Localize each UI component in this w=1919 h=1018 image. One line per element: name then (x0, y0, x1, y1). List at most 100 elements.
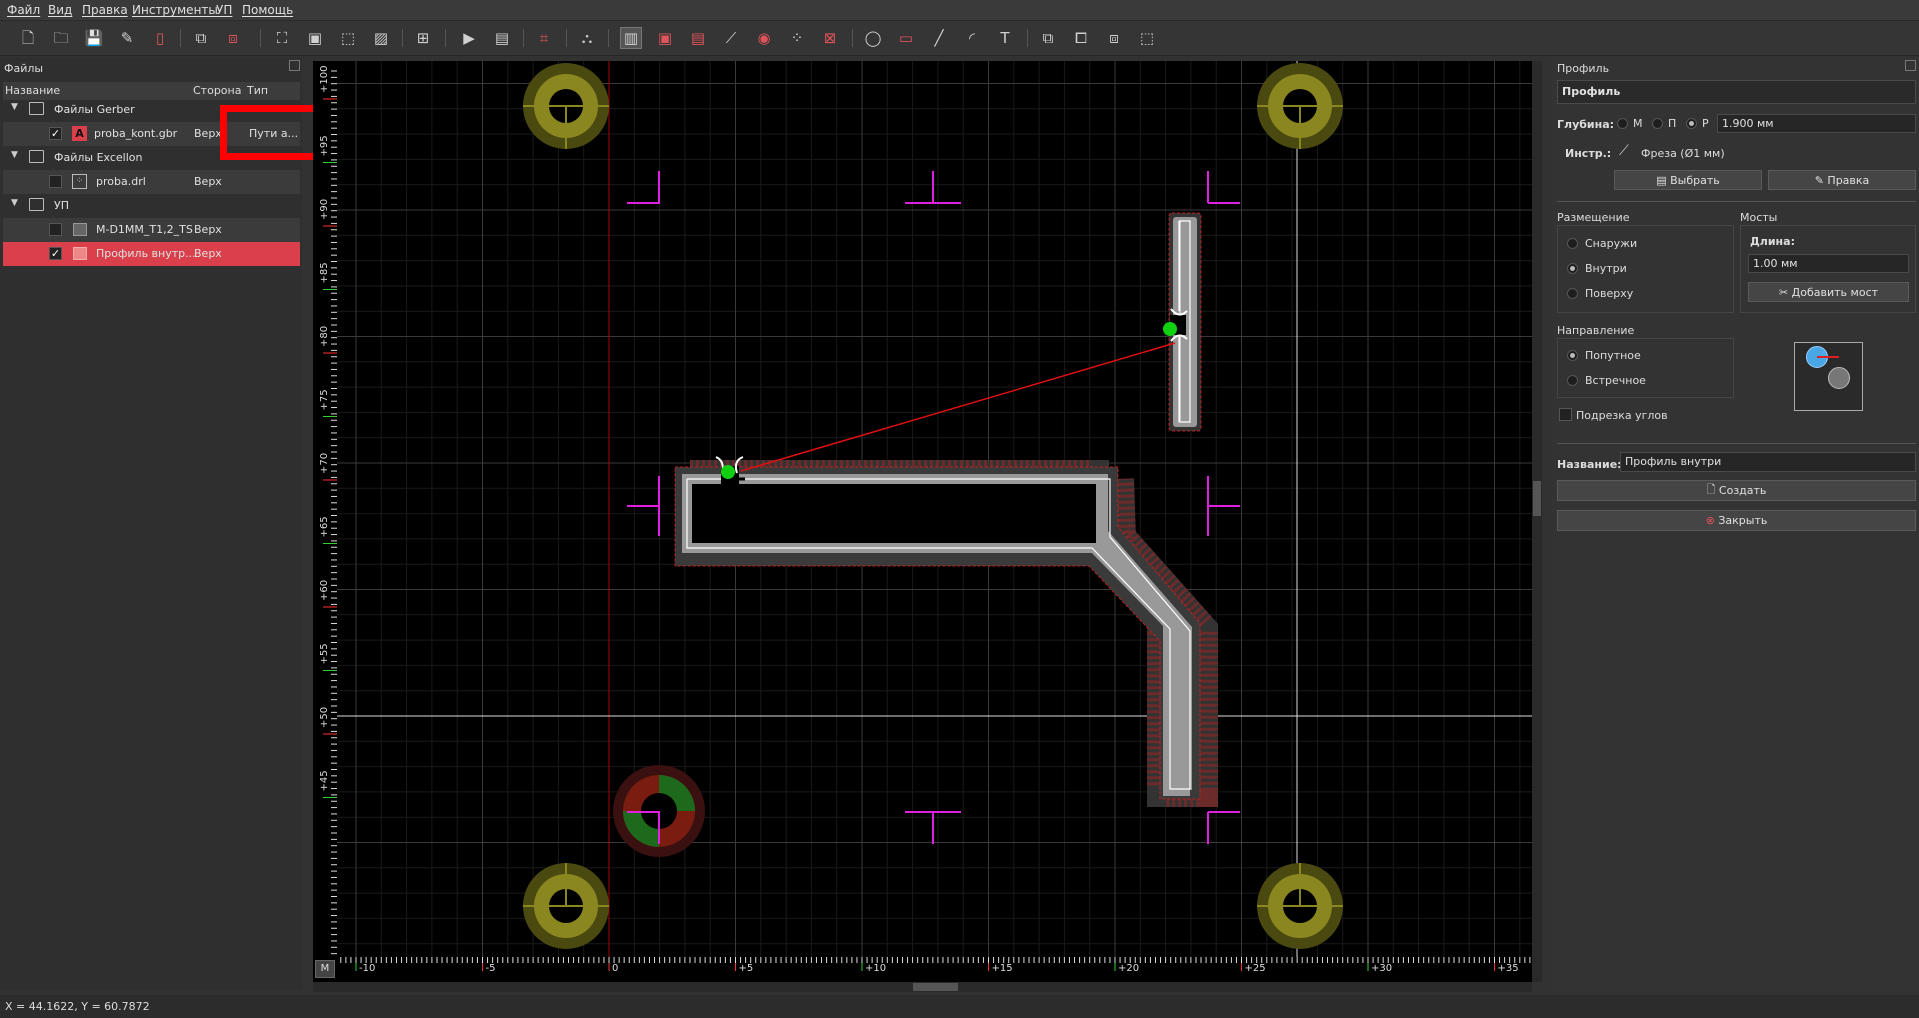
depth-option-m-label: М (1633, 117, 1643, 130)
tree-item-side: Верх (194, 223, 222, 236)
gerber-delete-icon[interactable]: ⧈ (222, 27, 244, 49)
grid-icon[interactable]: ⊞ (412, 27, 434, 49)
menu-help[interactable]: Помощь (242, 3, 293, 17)
drilling-icon[interactable]: ◉ (753, 27, 775, 49)
menu-tools[interactable]: Инструменты (132, 3, 218, 17)
placement-outside-radio[interactable] (1567, 238, 1578, 249)
boolean-xor-icon[interactable]: ⬚ (1136, 27, 1158, 49)
name-input[interactable]: Профиль внутри (1620, 452, 1916, 472)
text-tool-icon[interactable]: T (994, 27, 1016, 49)
vertical-scrollbar[interactable] (1532, 61, 1542, 982)
drill-layer-icon: ⁘ (72, 174, 87, 189)
depth-option-r[interactable] (1686, 118, 1697, 129)
horizontal-scrollbar[interactable] (313, 982, 1532, 992)
thermal-icon[interactable]: ⊠ (819, 27, 841, 49)
placement-on-radio[interactable] (1567, 288, 1578, 299)
menu-file[interactable]: Файл (7, 3, 40, 17)
collapse-arrow-icon[interactable]: ▼ (11, 198, 18, 208)
play-icon[interactable]: ▶ (458, 27, 480, 49)
drill-file-icon[interactable]: ⧉ (190, 27, 212, 49)
boolean-diff-icon[interactable]: ⧠ (1070, 27, 1092, 49)
arc-tool-icon[interactable]: ◜ (961, 27, 983, 49)
visibility-checkbox[interactable] (49, 175, 62, 188)
visibility-checkbox[interactable]: ✓ (49, 127, 62, 140)
x-ruler-label: +35 (1498, 963, 1519, 974)
panel-float-icon[interactable] (289, 60, 300, 71)
col-type[interactable]: Тип (247, 84, 268, 97)
coordinates-readout: X = 44.1622, Y = 60.7872 (5, 1000, 150, 1013)
tree-group-cnc[interactable]: ▼ УП (3, 194, 300, 218)
drill-pattern-icon[interactable]: ⁘ (786, 27, 808, 49)
direction-conventional-radio[interactable] (1567, 375, 1578, 386)
zoom-box-icon[interactable]: ▣ (304, 27, 326, 49)
y-ruler-label: +65 (319, 516, 330, 537)
col-name[interactable]: Название (5, 84, 60, 97)
tree-item-gcode[interactable]: M-D1MM_T1,2_TS Верх (3, 218, 300, 242)
visibility-checkbox[interactable]: ✓ (49, 247, 62, 260)
close-button[interactable]: ⊗ Закрыть (1557, 510, 1916, 531)
bridge-length-input[interactable]: 1.00 мм (1748, 254, 1909, 273)
depth-option-p[interactable] (1652, 118, 1663, 129)
frame-icon[interactable]: ⌗ (533, 27, 555, 49)
depth-option-m[interactable] (1617, 118, 1628, 129)
collapse-arrow-icon[interactable]: ▼ (11, 102, 18, 112)
zoom-select-icon[interactable]: ⬚ (337, 27, 359, 49)
menu-cnc[interactable]: УП (216, 3, 232, 17)
pocket-raster-icon[interactable]: ▤ (687, 27, 709, 49)
y-ruler-label: +75 (319, 389, 330, 410)
vertical-scroll-thumb[interactable] (1533, 481, 1541, 516)
gcode-editor-icon[interactable]: ▤ (491, 27, 513, 49)
menu-edit[interactable]: Правка (82, 3, 128, 17)
placement-inside-radio[interactable] (1567, 263, 1578, 274)
create-icon: 🗋 (1706, 483, 1719, 496)
collapse-arrow-icon[interactable]: ▼ (11, 150, 18, 160)
panel-float-icon[interactable] (1905, 60, 1916, 71)
y-ruler-label: +50 (319, 707, 330, 728)
create-button[interactable]: 🗋 Создать (1557, 480, 1916, 501)
depth-label: Глубина: (1557, 118, 1615, 131)
pencil-icon: ✎ (1814, 173, 1828, 187)
tree-item-label: Профиль внутр... (96, 247, 196, 260)
tree-item-side: Верх (194, 175, 222, 188)
visibility-checkbox[interactable] (49, 223, 62, 236)
engrave-icon[interactable]: ⛬ (576, 27, 598, 49)
bridges-title: Мосты (1740, 211, 1778, 224)
close-file-icon[interactable]: ▯ (149, 27, 171, 49)
boolean-union-icon[interactable]: ⧉ (1037, 27, 1059, 49)
add-bridge-button[interactable]: ✂ Добавить мост (1748, 282, 1909, 302)
circle-tool-icon[interactable]: ◯ (862, 27, 884, 49)
line-tool-icon[interactable]: ╱ (928, 27, 950, 49)
profile-tool-icon[interactable]: ▥ (620, 27, 642, 49)
select-tool-button[interactable]: ▤ Выбрать (1614, 170, 1762, 190)
y-ruler-label: +85 (319, 262, 330, 283)
edit-tool-button[interactable]: ✎ Правка (1768, 170, 1916, 190)
save-as-icon[interactable]: ✎ (116, 27, 138, 49)
tree-item-drill-file[interactable]: ⁘ proba.drl Верх (3, 170, 300, 194)
direction-climb-radio[interactable] (1567, 350, 1578, 361)
list-icon: ▤ (1656, 173, 1671, 187)
pocket-icon[interactable]: ▣ (654, 27, 676, 49)
open-folder-icon[interactable]: 🗀 (50, 27, 72, 49)
menu-view[interactable]: Вид (48, 3, 72, 17)
tool-label: Инстр.: (1565, 147, 1612, 160)
layer-view-icon[interactable]: ▨ (370, 27, 392, 49)
boolean-intersect-icon[interactable]: ⧈ (1103, 27, 1125, 49)
new-file-icon[interactable]: 🗋 (17, 27, 39, 49)
depth-input[interactable]: 1.900 мм (1717, 114, 1916, 133)
corner-trim-checkbox[interactable] (1559, 408, 1572, 421)
placement-outside-label: Снаружи (1585, 237, 1638, 250)
measure-button[interactable]: M (315, 960, 335, 978)
tree-item-label: Файлы Excellon (54, 151, 143, 164)
voronoi-icon[interactable]: ⟋ (720, 27, 742, 49)
tree-item-profile[interactable]: ✓ Профиль внутр... Верх (3, 242, 300, 266)
zoom-fit-icon[interactable]: ⛶ (271, 27, 293, 49)
save-icon[interactable]: 💾 (83, 27, 105, 49)
col-side[interactable]: Сторона (193, 84, 241, 97)
horizontal-scroll-thumb[interactable] (913, 983, 958, 991)
rectangle-tool-icon[interactable]: ▭ (895, 27, 917, 49)
profile-panel-title: Профиль (1557, 62, 1610, 75)
close-label: Закрыть (1718, 514, 1768, 527)
pcb-canvas[interactable]: -15-10-50+5+10+15+20+25+30+35+40+45+50+5… (313, 61, 1532, 982)
x-ruler-label: +15 (992, 963, 1013, 974)
direction-conventional-label: Встречное (1585, 374, 1646, 387)
